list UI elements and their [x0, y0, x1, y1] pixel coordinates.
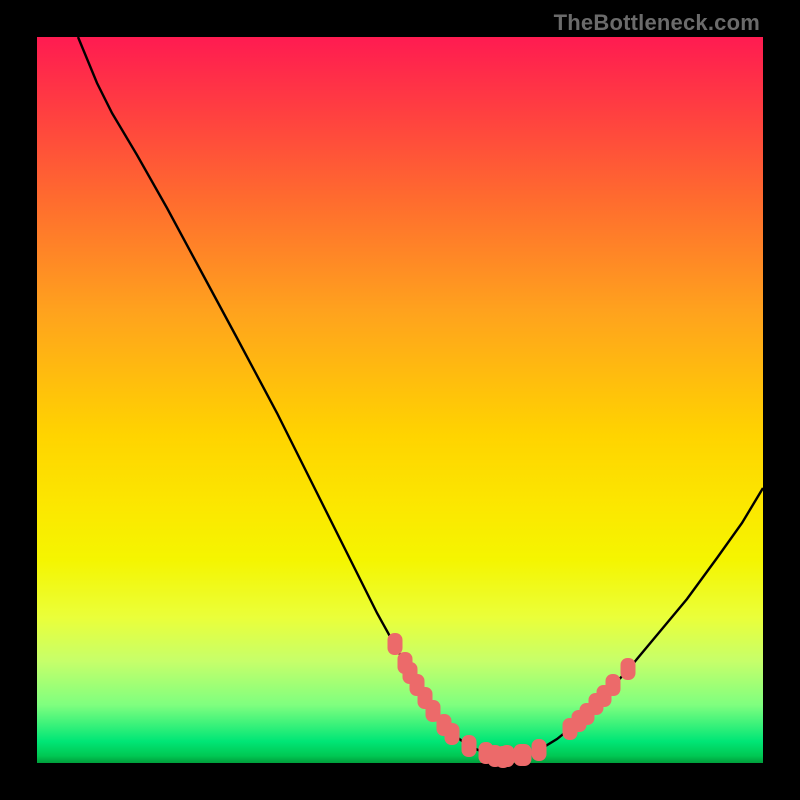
curve-marker: [500, 745, 515, 767]
curve-marker: [462, 735, 477, 757]
curve-marker: [517, 744, 532, 766]
marker-cluster: [388, 633, 636, 768]
curve-marker: [388, 633, 403, 655]
chart-svg: [37, 37, 763, 763]
curve-marker: [445, 723, 460, 745]
chart-frame: TheBottleneck.com: [0, 0, 800, 800]
bottleneck-curve: [78, 37, 763, 757]
curve-marker: [606, 674, 621, 696]
curve-marker: [532, 739, 547, 761]
watermark-text: TheBottleneck.com: [554, 10, 760, 36]
plot-area: [37, 37, 763, 763]
curve-marker: [621, 658, 636, 680]
